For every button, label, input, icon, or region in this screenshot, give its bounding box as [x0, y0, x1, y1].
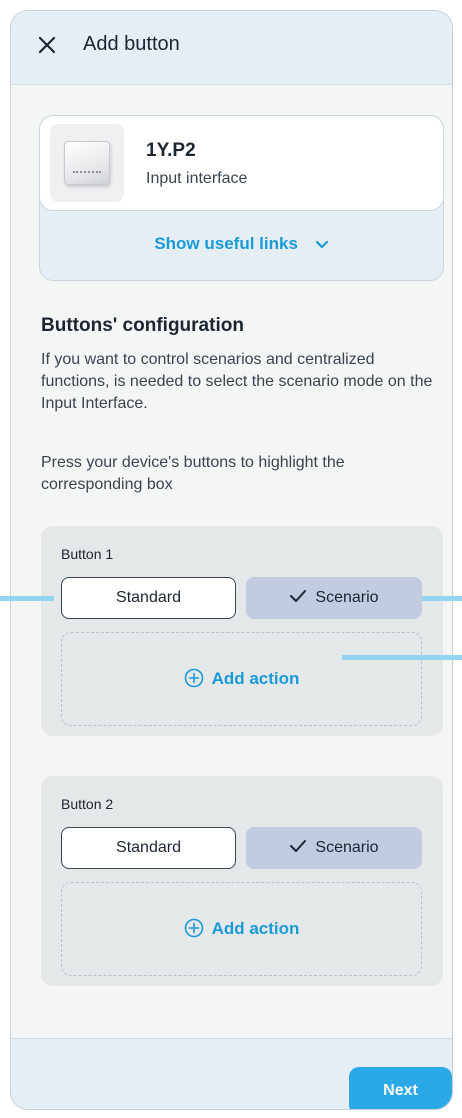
configuration-description: If you want to control scenarios and cen… [41, 351, 433, 412]
add-action-button[interactable]: Add action [61, 882, 422, 976]
device-card: 1Y.P2 Input interface Show useful links [39, 115, 444, 281]
check-icon [290, 590, 307, 603]
standard-mode-button[interactable]: Standard [61, 577, 236, 619]
callout-line [0, 596, 54, 601]
footer: Next [11, 1038, 452, 1109]
show-useful-links-button[interactable]: Show useful links [40, 234, 443, 254]
close-icon[interactable] [37, 35, 57, 55]
useful-links-label: Show useful links [154, 234, 298, 253]
header: Add button [11, 11, 452, 85]
scenario-mode-button[interactable]: Scenario [246, 577, 422, 619]
app-screen: Add button 1Y.P2 Input interface Show us… [10, 10, 453, 1110]
scenario-mode-button[interactable]: Scenario [246, 827, 422, 869]
plus-circle-icon [184, 918, 203, 938]
plus-circle-icon [184, 668, 203, 688]
button-config-2: Button 2 Standard Scenario Add action [41, 776, 443, 986]
add-action-label: Add action [211, 669, 300, 688]
button-label: Button 1 [61, 546, 114, 562]
device-model: 1Y.P2 [146, 140, 196, 161]
button-config-1: Button 1 Standard Scenario Add action [41, 526, 443, 736]
device-image [50, 124, 124, 202]
button-label: Button 2 [61, 796, 114, 812]
check-icon [290, 840, 307, 853]
scenario-label: Scenario [315, 589, 379, 606]
device-type: Input interface [146, 170, 248, 187]
add-action-label: Add action [211, 919, 300, 938]
standard-mode-button[interactable]: Standard [61, 827, 236, 869]
scenario-label: Scenario [315, 839, 379, 856]
configuration-instruction: Press your device's buttons to highlight… [41, 454, 345, 493]
section-title: Buttons' configuration [41, 315, 244, 336]
chevron-down-icon [315, 240, 328, 248]
callout-line [422, 596, 462, 601]
add-action-button[interactable]: Add action [61, 632, 422, 726]
device-info: 1Y.P2 Input interface [39, 115, 444, 211]
next-button[interactable]: Next [349, 1067, 452, 1109]
callout-line [342, 655, 462, 660]
page-title: Add button [83, 33, 180, 55]
